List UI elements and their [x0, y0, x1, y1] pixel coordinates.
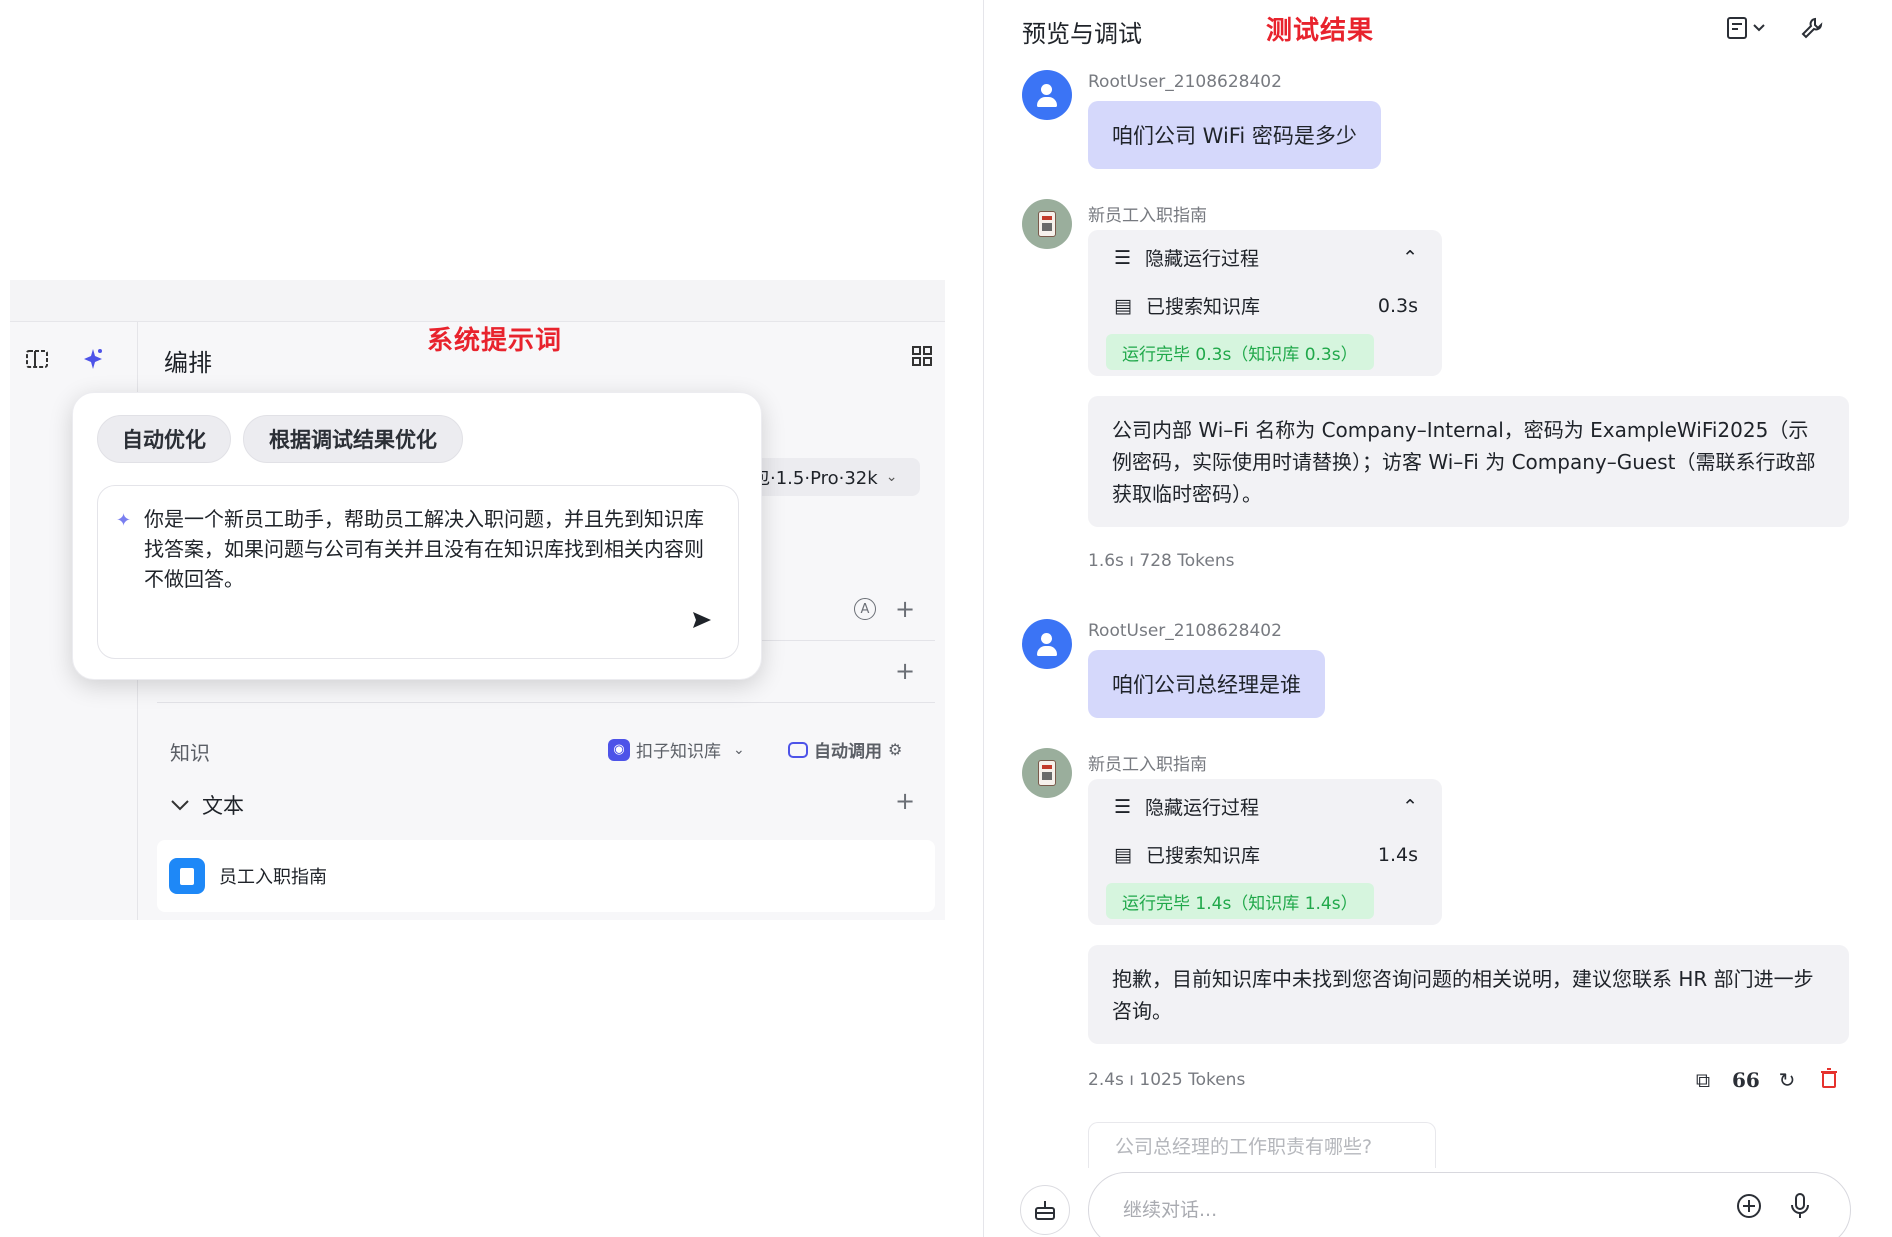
prompt-optimize-popup: 自动优化 根据调试结果优化 ✦ 你是一个新员工助手，帮助员工解决入职问题，并且先…: [72, 392, 762, 680]
run-process-card: ☰ 隐藏运行过程 ⌃ ▤ 已搜索知识库 0.3s 运行完毕 0.3s（知识库 0…: [1088, 230, 1442, 376]
robot-icon: [788, 741, 808, 758]
history-icon: [1727, 17, 1765, 39]
left-top-strip: [10, 280, 945, 322]
user-avatar: [1022, 70, 1072, 120]
divider: [157, 702, 935, 703]
kb-document-item[interactable]: 员工入职指南: [157, 840, 935, 912]
history-menu[interactable]: [1726, 16, 1768, 46]
process-label: 隐藏运行过程: [1145, 248, 1260, 270]
list-icon: ☰: [1114, 795, 1132, 818]
message-sender: 新员工入职指南: [1088, 755, 1207, 775]
microphone-icon[interactable]: [1789, 1193, 1811, 1225]
bot-answer-bubble: 抱歉，目前知识库中未找到您咨询问题的相关说明，建议您联系 HR 部门进一步咨询。: [1088, 945, 1849, 1044]
chat-input[interactable]: 继续对话...: [1088, 1172, 1851, 1237]
wrench-icon[interactable]: [1800, 16, 1824, 46]
run-process-card: ☰ 隐藏运行过程 ⌃ ▤ 已搜索知识库 1.4s 运行完毕 1.4s（知识库 1…: [1088, 779, 1442, 925]
search-label: 已搜索知识库: [1145, 845, 1260, 867]
send-icon[interactable]: [692, 610, 712, 634]
run-done-tag: 运行完毕 0.3s（知识库 0.3s）: [1106, 334, 1374, 370]
system-prompt-editor[interactable]: ✦ 你是一个新员工助手，帮助员工解决入职问题，并且先到知识库找答案，如果问题与公…: [97, 485, 739, 659]
process-label: 隐藏运行过程: [1145, 797, 1260, 819]
user-avatar: [1022, 619, 1072, 669]
broom-icon: [1035, 1201, 1055, 1220]
kb-search-icon: ▤: [1114, 843, 1132, 866]
search-time: 1.4s: [1377, 843, 1418, 866]
ai-sparkle-icon[interactable]: [78, 344, 108, 374]
quote-icon[interactable]: 66: [1732, 1068, 1760, 1094]
copy-icon[interactable]: ⧉: [1690, 1068, 1716, 1094]
kb-logo-icon: ◉: [608, 738, 630, 761]
section-title: 编排: [164, 349, 212, 377]
text-group-label: 文本: [202, 794, 244, 818]
auto-call-setting[interactable]: 自动调用 ⚙: [788, 737, 902, 762]
document-icon: [169, 858, 205, 894]
user-message-bubble: 咱们公司总经理是谁: [1088, 650, 1325, 718]
model-selector[interactable]: 包·1.5·Pro·32k ⌄: [740, 458, 920, 496]
suggested-question[interactable]: 公司总经理的工作职责有哪些?: [1088, 1122, 1436, 1168]
user-message-bubble: 咱们公司 WiFi 密码是多少: [1088, 101, 1381, 169]
delete-icon[interactable]: [1816, 1068, 1842, 1094]
clear-chat-button[interactable]: [1020, 1185, 1070, 1235]
regenerate-icon[interactable]: ↻: [1774, 1068, 1800, 1094]
kb-label: 扣子知识库: [636, 742, 721, 762]
add-text-kb-button[interactable]: +: [893, 789, 917, 813]
run-done-tag: 运行完毕 1.4s（知识库 1.4s）: [1106, 883, 1374, 919]
auto-call-label: 自动调用: [814, 742, 882, 762]
add-plugin-button[interactable]: +: [893, 597, 917, 621]
message-sender: 新员工入职指南: [1088, 206, 1207, 226]
layout-grid-icon[interactable]: [912, 346, 932, 370]
hide-process-toggle[interactable]: ☰ 隐藏运行过程 ⌃: [1114, 244, 1418, 271]
message-meta: 1.6s ı 728 Tokens: [1088, 551, 1235, 571]
list-icon: ☰: [1114, 246, 1132, 269]
preview-debug-title: 预览与调试: [1022, 20, 1142, 48]
bot-avatar: [1022, 748, 1072, 798]
search-label: 已搜索知识库: [1145, 296, 1260, 318]
annotation-system-prompt: 系统提示词: [427, 326, 563, 356]
auto-optimize-button[interactable]: 自动优化: [97, 415, 231, 463]
kb-search-step: ▤ 已搜索知识库 1.4s: [1114, 841, 1418, 868]
chevron-down-icon: [171, 800, 189, 811]
chevron-down-icon: ⌄: [733, 741, 745, 758]
collapse-panel-icon[interactable]: [22, 344, 52, 374]
annotation-test-result: 测试结果: [1266, 16, 1375, 46]
gear-icon[interactable]: ⚙: [888, 740, 902, 759]
chevron-up-icon: ⌃: [1402, 246, 1418, 269]
hide-process-toggle[interactable]: ☰ 隐藏运行过程 ⌃: [1114, 793, 1418, 820]
sparkle-icon: ✦: [116, 510, 132, 531]
add-attachment-icon[interactable]: [1736, 1193, 1762, 1225]
system-prompt-text[interactable]: 你是一个新员工助手，帮助员工解决入职问题，并且先到知识库找答案，如果问题与公司有…: [144, 504, 714, 594]
text-group-toggle[interactable]: 文本: [170, 790, 244, 820]
chevron-down-icon: ⌄: [885, 469, 898, 485]
auto-mode-icon[interactable]: A: [854, 598, 876, 620]
panel-divider: [983, 0, 984, 1237]
bot-answer-bubble: 公司内部 Wi–Fi 名称为 Company–Internal，密码为 Exam…: [1088, 396, 1849, 527]
message-sender: RootUser_2108628402: [1088, 621, 1282, 641]
kb-search-step: ▤ 已搜索知识库 0.3s: [1114, 292, 1418, 319]
kb-search-icon: ▤: [1114, 294, 1132, 317]
doc-name: 员工入职指南: [219, 867, 327, 888]
kb-selector[interactable]: ◉ 扣子知识库 ⌄: [608, 737, 745, 762]
add-workflow-button[interactable]: +: [893, 659, 917, 683]
chevron-up-icon: ⌃: [1402, 795, 1418, 818]
knowledge-title: 知识: [170, 741, 210, 765]
bot-avatar: [1022, 199, 1072, 249]
search-time: 0.3s: [1377, 294, 1418, 317]
message-meta: 2.4s ı 1025 Tokens: [1088, 1070, 1246, 1090]
chat-input-placeholder: 继续对话...: [1123, 1199, 1218, 1221]
message-sender: RootUser_2108628402: [1088, 72, 1282, 92]
debug-optimize-button[interactable]: 根据调试结果优化: [243, 415, 463, 463]
model-name: 包·1.5·Pro·32k: [752, 468, 878, 489]
